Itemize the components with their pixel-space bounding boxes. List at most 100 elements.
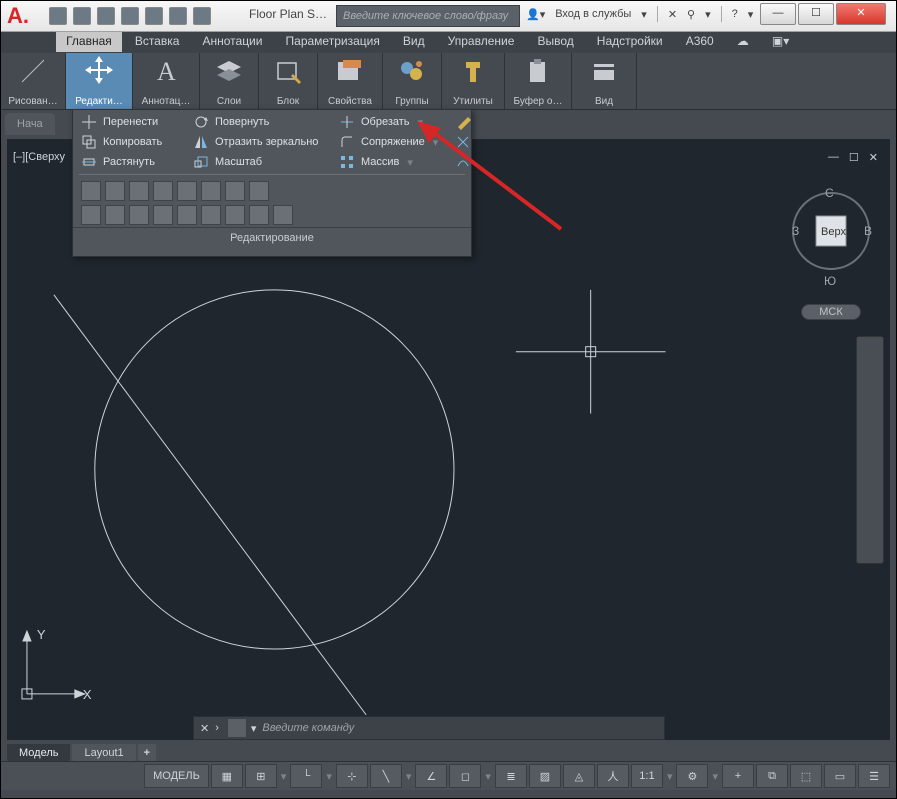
qat-open-icon[interactable]	[73, 7, 91, 25]
status-transparency-icon[interactable]: ▨	[529, 764, 561, 788]
panel-clipboard[interactable]: Буфер о…	[505, 53, 572, 109]
extra-tool-icon[interactable]	[201, 181, 221, 201]
panel-properties[interactable]: Свойства	[318, 53, 383, 109]
panel-modify[interactable]: Редакти…	[66, 53, 133, 109]
qat-print-icon[interactable]	[145, 7, 163, 25]
panel-layers[interactable]: Слои	[200, 53, 259, 109]
viewcube[interactable]: С З В Ю Верх МСК	[788, 181, 874, 301]
extra-tool-icon[interactable]	[177, 205, 197, 225]
cmd-close-icon[interactable]: ✕	[194, 722, 215, 735]
share-icon[interactable]: ⚲	[687, 8, 695, 21]
panel-utilities[interactable]: Утилиты	[442, 53, 505, 109]
split-arrow-icon[interactable]: ▾	[416, 116, 426, 129]
tab-annotate[interactable]: Аннотации	[192, 31, 272, 52]
nav-wheel-icon[interactable]	[859, 345, 881, 365]
erase-icon[interactable]	[455, 114, 471, 130]
start-tab[interactable]: Нача	[5, 113, 55, 135]
status-3dosnap-icon[interactable]: 人	[597, 764, 629, 788]
tab-insert[interactable]: Вставка	[125, 31, 190, 52]
extra-tool-icon[interactable]	[249, 205, 269, 225]
cmd-stretch[interactable]: Растянуть	[81, 154, 177, 170]
layout1-tab[interactable]: Layout1	[72, 744, 135, 762]
status-annoscale[interactable]: 1:1	[631, 764, 663, 788]
qat-undo-icon[interactable]	[169, 7, 187, 25]
panel-block[interactable]: Блок	[259, 53, 318, 109]
extra-tool-icon[interactable]	[81, 205, 101, 225]
extra-tool-icon[interactable]	[225, 181, 245, 201]
tab-home[interactable]: Главная	[56, 31, 122, 52]
split-arrow-icon[interactable]: ▾	[405, 156, 415, 169]
extra-tool-icon[interactable]	[81, 181, 101, 201]
tab-output[interactable]: Вывод	[527, 31, 583, 52]
extra-tool-icon[interactable]	[249, 181, 269, 201]
nav-more-icon[interactable]	[859, 495, 881, 515]
status-model[interactable]: МОДЕЛЬ	[144, 764, 209, 788]
explode-icon[interactable]	[455, 134, 471, 150]
status-grid-icon[interactable]: ▦	[211, 764, 243, 788]
qat-save-icon[interactable]	[97, 7, 115, 25]
signin-label[interactable]: Вход в службы	[555, 8, 631, 20]
viewport-max-icon[interactable]: ☐	[849, 151, 859, 164]
maximize-button[interactable]: ☐	[798, 3, 834, 25]
cmd-copy[interactable]: Копировать	[81, 134, 177, 150]
cmd-expand-icon[interactable]: ›	[215, 722, 223, 734]
tab-addins[interactable]: Надстройки	[587, 31, 673, 52]
nav-show-icon[interactable]	[859, 465, 881, 485]
status-isodraft-icon[interactable]: ╲	[370, 764, 402, 788]
tab-expand-icon[interactable]: ▣▾	[762, 31, 799, 52]
exchange-icon[interactable]: ✕	[668, 8, 677, 21]
cmd-mirror[interactable]: Отразить зеркально	[193, 134, 323, 150]
qat-redo-icon[interactable]	[193, 7, 211, 25]
status-osnap-icon[interactable]: ◻	[449, 764, 481, 788]
extra-tool-icon[interactable]	[153, 181, 173, 201]
status-lineweight-icon[interactable]: ≣	[495, 764, 527, 788]
search-input[interactable]: Введите ключевое слово/фразу	[336, 5, 520, 27]
close-button[interactable]: ✕	[836, 3, 886, 25]
status-otrack-icon[interactable]: ∠	[415, 764, 447, 788]
split-arrow-icon[interactable]: ▾	[431, 136, 441, 149]
status-gear-icon[interactable]: ⚙	[676, 764, 708, 788]
status-isolate-icon[interactable]: ⧉	[756, 764, 788, 788]
tab-parametric[interactable]: Параметризация	[276, 31, 390, 52]
extra-tool-icon[interactable]	[105, 181, 125, 201]
tab-view[interactable]: Вид	[393, 31, 435, 52]
status-cycling-icon[interactable]: ◬	[563, 764, 595, 788]
status-hardware-icon[interactable]: ⬚	[790, 764, 822, 788]
cmd-array[interactable]: Массив ▾	[339, 154, 439, 170]
extra-tool-icon[interactable]	[177, 181, 197, 201]
viewport-close-icon[interactable]: ✕	[869, 151, 878, 164]
panel-draw[interactable]: Рисован…	[1, 53, 66, 109]
help-icon[interactable]: ?	[732, 8, 738, 20]
status-polar-icon[interactable]: ⊹	[336, 764, 368, 788]
qat-saveas-icon[interactable]	[121, 7, 139, 25]
extra-tool-icon[interactable]	[153, 205, 173, 225]
extra-tool-icon[interactable]	[105, 205, 125, 225]
nav-zoom-icon[interactable]	[859, 405, 881, 425]
extra-tool-icon[interactable]	[273, 205, 293, 225]
status-customize-icon[interactable]: ☰	[858, 764, 890, 788]
command-line[interactable]: ✕ › ▾ Введите команду	[193, 716, 665, 740]
tab-manage[interactable]: Управление	[438, 31, 525, 52]
ucs-badge[interactable]: МСК	[801, 304, 861, 320]
cmd-fillet[interactable]: Сопряжение ▾	[339, 134, 439, 150]
offset-icon[interactable]	[455, 154, 471, 170]
minimize-button[interactable]: —	[760, 3, 796, 25]
app-logo[interactable]: A.	[7, 3, 39, 29]
nav-pan-icon[interactable]	[859, 375, 881, 395]
status-snap-icon[interactable]: ⊞	[245, 764, 277, 788]
status-clean-icon[interactable]: ▭	[824, 764, 856, 788]
status-ortho-icon[interactable]: └	[290, 764, 322, 788]
signin-icon[interactable]: 👤▾	[526, 8, 545, 21]
add-layout-button[interactable]: +	[138, 744, 156, 762]
extra-tool-icon[interactable]	[129, 205, 149, 225]
extra-tool-icon[interactable]	[201, 205, 221, 225]
extra-tool-icon[interactable]	[225, 205, 245, 225]
status-plus-icon[interactable]: +	[722, 764, 754, 788]
panel-groups[interactable]: Группы	[383, 53, 442, 109]
cmd-move[interactable]: Перенести	[81, 114, 177, 130]
tab-featured-icon[interactable]: ☁	[727, 31, 759, 52]
panel-view[interactable]: Вид	[572, 53, 637, 109]
nav-orbit-icon[interactable]	[859, 435, 881, 455]
cmd-trim[interactable]: Обрезать ▾	[339, 114, 439, 130]
viewport-min-icon[interactable]: —	[828, 151, 839, 164]
